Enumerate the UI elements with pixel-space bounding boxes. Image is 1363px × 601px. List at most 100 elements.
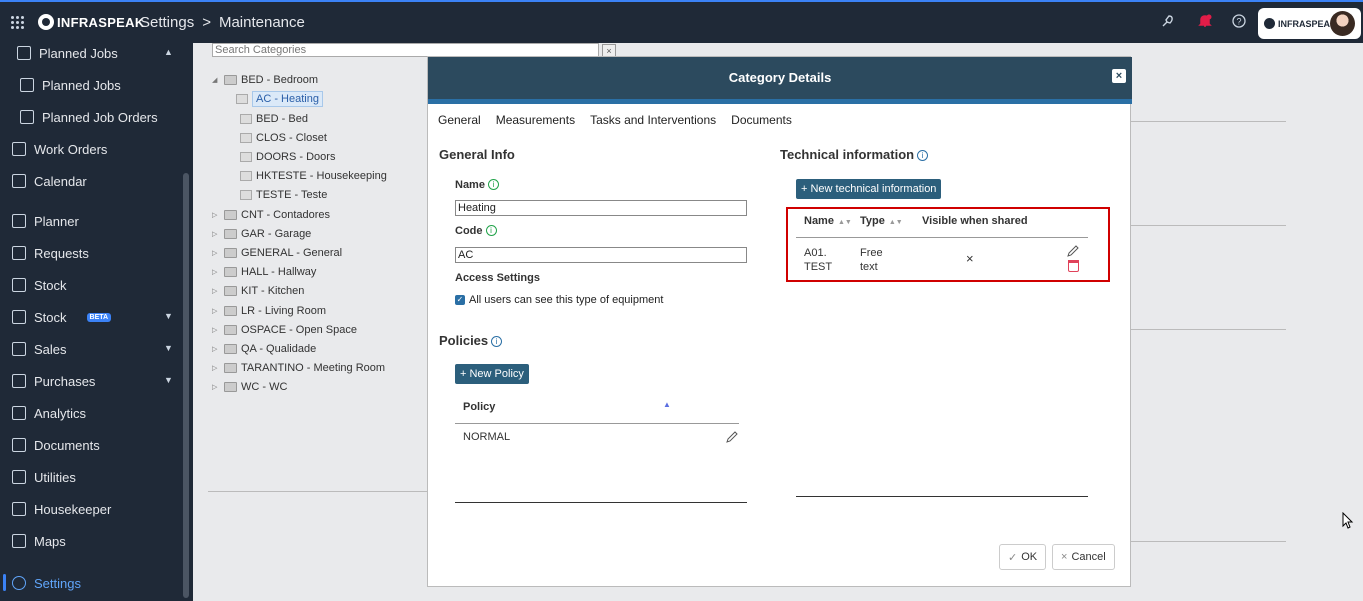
chevron-down-icon[interactable]: ▼ — [164, 311, 173, 321]
edit-pencil-icon[interactable] — [1066, 244, 1080, 258]
rocket-icon[interactable] — [1161, 14, 1175, 28]
tree-node-label: AC - Heating — [252, 91, 323, 107]
search-categories-input[interactable]: Search Categories — [212, 43, 599, 57]
tree-node-label: HKTESTE - Housekeeping — [256, 170, 387, 182]
sidebar-item-planned-job-orders[interactable]: Planned Job Orders — [20, 105, 158, 129]
new-policy-button[interactable]: + New Policy — [455, 364, 529, 384]
sidebar-item-planner[interactable]: Planner — [12, 209, 79, 233]
expand-icon[interactable]: ▷ — [212, 211, 220, 219]
tree-node[interactable]: ▷ WC - WC — [212, 381, 287, 393]
tree-node[interactable]: TESTE - Teste — [240, 189, 327, 201]
new-technical-info-button[interactable]: + New technical information — [796, 179, 942, 199]
trash-icon[interactable] — [1068, 260, 1079, 272]
tab-tasks-interventions[interactable]: Tasks and Interventions — [590, 113, 716, 127]
sidebar-item-documents[interactable]: Documents — [12, 433, 100, 457]
sidebar-item-stock-beta[interactable]: Stock BETA — [12, 305, 112, 329]
tree-node[interactable]: HKTESTE - Housekeeping — [240, 170, 387, 182]
chevron-down-icon[interactable]: ▼ — [164, 343, 173, 353]
sidebar-item-utilities[interactable]: Utilities — [12, 465, 76, 489]
tree-node-selected[interactable]: AC - Heating — [236, 91, 323, 107]
brand-logo[interactable]: INFRASPEAK — [38, 14, 145, 30]
sidebar-item-purchases[interactable]: Purchases — [12, 369, 95, 393]
calendar-icon — [12, 174, 26, 188]
expand-icon[interactable]: ▷ — [212, 364, 220, 372]
tree-node[interactable]: ▷ KIT - Kitchen — [212, 285, 304, 297]
info-icon[interactable]: i — [491, 336, 503, 347]
info-icon[interactable]: i — [487, 179, 499, 190]
tree-node[interactable]: CLOS - Closet — [240, 132, 327, 144]
sidebar-item-settings[interactable]: Settings — [12, 571, 81, 595]
sidebar-item-sales[interactable]: Sales — [12, 337, 67, 361]
sidebar-item-label: Stock — [34, 309, 67, 325]
tree-node[interactable]: ▷ GENERAL - General — [212, 247, 342, 259]
all-users-checkbox[interactable]: ✓ All users can see this type of equipmen… — [455, 294, 663, 306]
cart-icon — [12, 374, 26, 388]
policy-column-header[interactable]: Policy — [463, 401, 495, 413]
checkbox-checked-icon[interactable]: ✓ — [455, 295, 465, 305]
chevron-up-icon[interactable]: ▲ — [164, 47, 173, 57]
divider — [796, 496, 1088, 497]
sort-icon[interactable]: ▲▼ — [838, 219, 852, 226]
sidebar-item-work-orders[interactable]: Work Orders — [12, 137, 107, 161]
sidebar-item-calendar[interactable]: Calendar — [12, 169, 87, 193]
sidebar-item-stock[interactable]: Stock — [12, 273, 67, 297]
expand-icon[interactable]: ▷ — [212, 326, 220, 334]
tree-node[interactable]: ▷ HALL - Hallway — [212, 266, 316, 278]
name-field[interactable]: Heating — [455, 200, 747, 216]
divider — [796, 237, 1088, 238]
chevron-down-icon[interactable]: ▼ — [164, 375, 173, 385]
tree-node[interactable]: ▷ CNT - Contadores — [212, 209, 330, 221]
tab-documents[interactable]: Documents — [731, 113, 792, 127]
expand-icon[interactable]: ▷ — [212, 383, 220, 391]
info-icon[interactable]: i — [485, 225, 497, 236]
divider — [455, 423, 739, 424]
expand-icon[interactable]: ▷ — [212, 287, 220, 295]
sidebar-item-planned-jobs-group[interactable]: Planned Jobs — [17, 41, 118, 65]
tree-node[interactable]: ▷ OSPACE - Open Space — [212, 324, 357, 336]
sidebar-item-requests[interactable]: Requests — [12, 241, 89, 265]
tree-node[interactable]: ▷ LR - Living Room — [212, 305, 326, 317]
tree-node[interactable]: ▷ TARANTINO - Meeting Room — [212, 362, 385, 374]
sort-icon[interactable]: ▲▼ — [889, 219, 903, 226]
tech-col-name[interactable]: Name ▲▼ — [804, 215, 852, 227]
calendar-icon — [20, 78, 34, 92]
expand-icon[interactable]: ▷ — [212, 249, 220, 257]
code-field[interactable]: AC — [455, 247, 747, 263]
user-menu[interactable]: INFRASPEAK — [1258, 8, 1361, 39]
stock-icon — [12, 278, 26, 292]
tab-general[interactable]: General — [438, 113, 481, 127]
avatar[interactable] — [1330, 11, 1355, 36]
expand-icon[interactable]: ▷ — [212, 268, 220, 276]
tech-col-visible[interactable]: Visible when shared — [922, 215, 1028, 227]
expand-icon[interactable]: ▷ — [212, 230, 220, 238]
cancel-button[interactable]: × Cancel — [1052, 544, 1115, 570]
collapse-icon[interactable]: ◢ — [212, 76, 220, 84]
tech-col-type[interactable]: Type ▲▼ — [860, 215, 903, 227]
tree-node[interactable]: BED - Bed — [240, 113, 308, 125]
ok-button[interactable]: ✓ OK — [999, 544, 1047, 570]
tree-node[interactable]: DOORS - Doors — [240, 151, 335, 163]
sidebar-scrollbar[interactable] — [183, 173, 189, 598]
sidebar-item-maps[interactable]: Maps — [12, 529, 66, 553]
tree-node[interactable]: ◢ BED - Bedroom — [212, 74, 318, 86]
sidebar-item-analytics[interactable]: Analytics — [12, 401, 86, 425]
tree-node[interactable]: ▷ GAR - Garage — [212, 228, 311, 240]
mouse-cursor-icon — [1342, 512, 1354, 529]
edit-pencil-icon[interactable] — [725, 430, 739, 444]
bell-icon[interactable] — [1198, 14, 1212, 29]
apps-grid-icon[interactable] — [11, 16, 25, 30]
folder-icon — [224, 325, 237, 335]
help-icon[interactable]: ? — [1232, 14, 1246, 28]
expand-icon[interactable]: ▷ — [212, 307, 220, 315]
close-icon[interactable]: × — [1112, 69, 1126, 83]
tab-measurements[interactable]: Measurements — [496, 113, 575, 127]
breadcrumb-root[interactable]: Settings — [140, 14, 194, 31]
tree-node[interactable]: ▷ QA - Qualidade — [212, 343, 316, 355]
sidebar-item-planned-jobs[interactable]: Planned Jobs — [20, 73, 121, 97]
sidebar: Planned Jobs ▲ Planned Jobs Planned Job … — [0, 43, 193, 601]
sort-asc-icon[interactable]: ▲ — [663, 400, 671, 409]
check-icon: ✓ — [1008, 551, 1018, 564]
info-icon[interactable]: i — [917, 150, 929, 161]
expand-icon[interactable]: ▷ — [212, 345, 220, 353]
sidebar-item-housekeeper[interactable]: Housekeeper — [12, 497, 111, 521]
